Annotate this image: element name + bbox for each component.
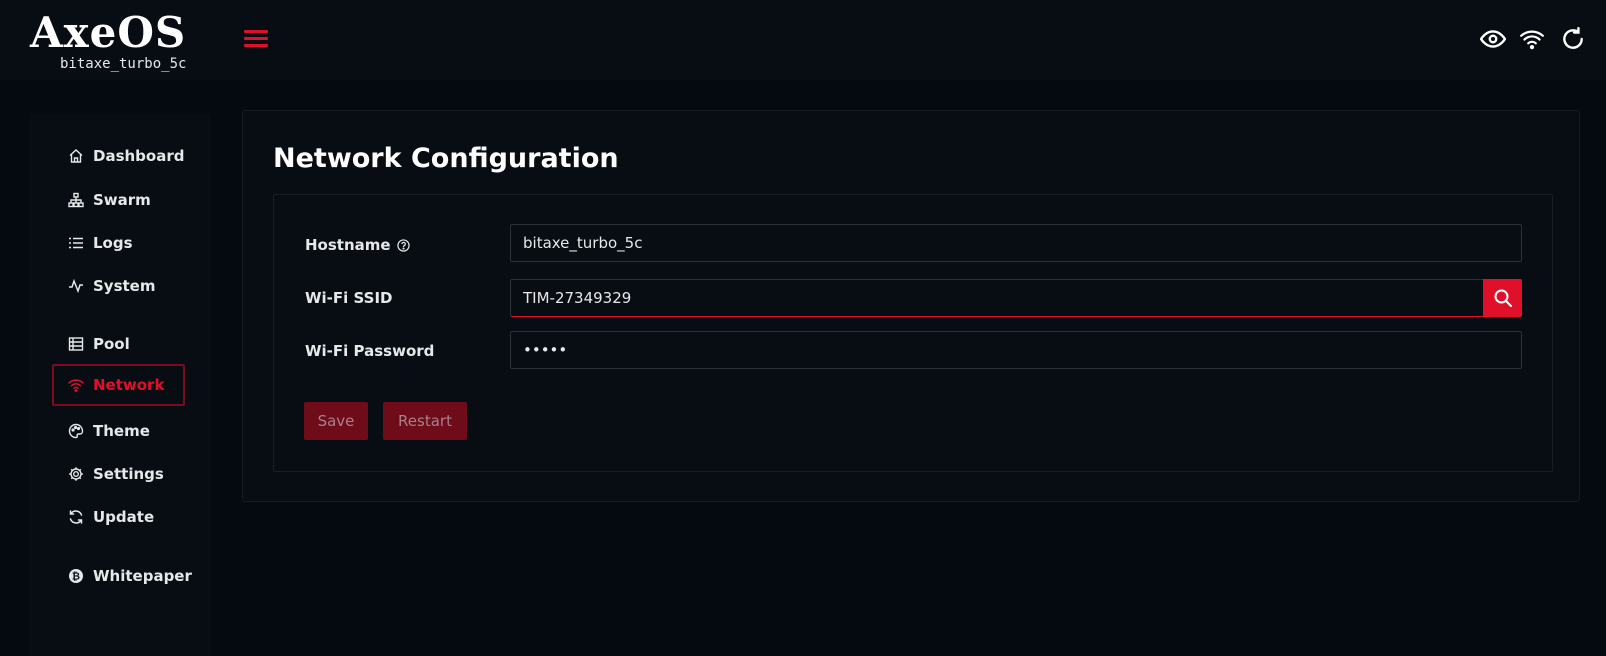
sidebar-item-label: Whitepaper bbox=[93, 567, 192, 585]
sidebar-item-label: Theme bbox=[93, 422, 150, 440]
activity-icon bbox=[68, 278, 84, 294]
password-label: Wi-Fi Password bbox=[305, 342, 434, 360]
menu-toggle-icon[interactable] bbox=[244, 28, 270, 50]
sidebar-item-update[interactable]: Update bbox=[54, 497, 185, 537]
sidebar-item-label: Network bbox=[93, 376, 165, 394]
sidebar-item-label: Dashboard bbox=[93, 147, 185, 165]
search-icon bbox=[1494, 289, 1512, 307]
sidebar-item-dashboard[interactable]: Dashboard bbox=[54, 136, 185, 176]
page-title: Network Configuration bbox=[273, 143, 619, 174]
sidebar-item-theme[interactable]: Theme bbox=[54, 411, 185, 451]
sidebar-item-whitepaper[interactable]: ₿ Whitepaper bbox=[54, 556, 192, 596]
hostname-label: Hostname bbox=[305, 236, 410, 254]
refresh-icon[interactable] bbox=[1560, 26, 1586, 52]
sidebar-item-pool[interactable]: Pool bbox=[54, 324, 185, 364]
sidebar-item-settings[interactable]: Settings bbox=[54, 454, 185, 494]
ssid-label: Wi-Fi SSID bbox=[305, 289, 393, 307]
save-button[interactable]: Save bbox=[304, 402, 368, 440]
help-icon[interactable] bbox=[396, 238, 410, 252]
sidebar-item-label: Settings bbox=[93, 465, 164, 483]
sync-icon bbox=[68, 509, 84, 525]
password-label-text: Wi-Fi Password bbox=[305, 342, 435, 360]
restart-button[interactable]: Restart bbox=[383, 402, 467, 440]
sidebar-item-label: Logs bbox=[93, 234, 133, 252]
logo: AxeOS bitaxe_turbo_5c bbox=[30, 8, 190, 73]
device-hostname: bitaxe_turbo_5c bbox=[60, 56, 187, 72]
sidebar-item-label: Swarm bbox=[93, 191, 151, 209]
sidebar-item-system[interactable]: System bbox=[54, 266, 185, 306]
sidebar-item-network[interactable]: Network bbox=[52, 364, 185, 406]
gear-icon bbox=[68, 466, 84, 482]
sidebar-item-logs[interactable]: Logs bbox=[54, 223, 185, 263]
sidebar: Dashboard Swarm Logs System Pool Network bbox=[30, 114, 211, 656]
sidebar-item-swarm[interactable]: Swarm bbox=[54, 180, 185, 220]
sidebar-item-label: Pool bbox=[93, 335, 130, 353]
hostname-input[interactable] bbox=[510, 224, 1522, 262]
hostname-label-text: Hostname bbox=[305, 236, 391, 254]
svg-text:₿: ₿ bbox=[72, 571, 80, 583]
home-icon bbox=[68, 148, 84, 164]
bitcoin-icon: ₿ bbox=[68, 568, 84, 584]
sidebar-item-label: Update bbox=[93, 508, 155, 526]
wifi-icon bbox=[68, 377, 84, 393]
top-bar: AxeOS bitaxe_turbo_5c bbox=[0, 0, 1606, 80]
logo-text: AxeOS bbox=[30, 8, 187, 57]
password-input[interactable] bbox=[510, 331, 1522, 369]
wifi-icon[interactable] bbox=[1519, 26, 1545, 52]
list-icon bbox=[68, 235, 84, 251]
sidebar-item-label: System bbox=[93, 277, 156, 295]
ssid-input[interactable] bbox=[510, 279, 1485, 317]
palette-icon bbox=[68, 423, 84, 439]
eye-icon[interactable] bbox=[1479, 26, 1507, 52]
ssid-label-text: Wi-Fi SSID bbox=[305, 289, 393, 307]
scan-networks-button[interactable] bbox=[1483, 279, 1522, 317]
sitemap-icon bbox=[68, 192, 84, 208]
server-icon bbox=[68, 336, 84, 352]
